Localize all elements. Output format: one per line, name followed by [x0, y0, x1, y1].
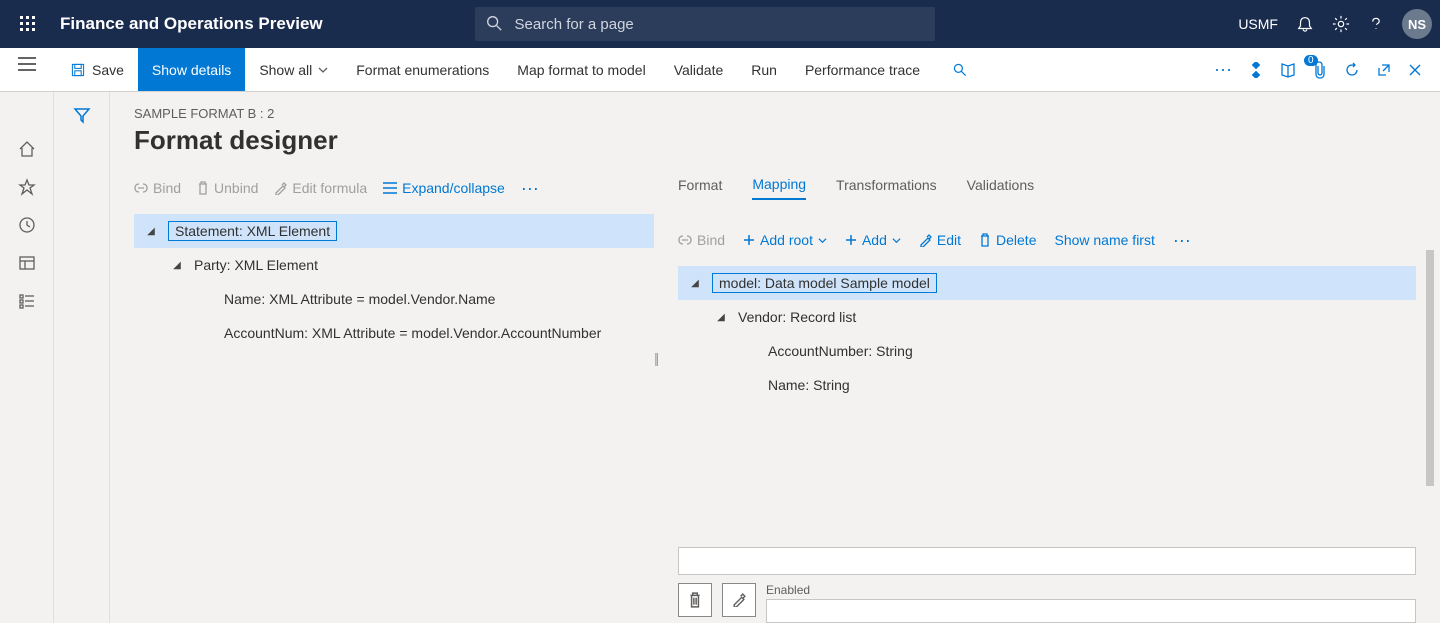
trash-icon	[688, 592, 702, 608]
search-icon	[485, 14, 503, 32]
delete-binding-button[interactable]	[678, 583, 712, 617]
tree-node-party[interactable]: ◢ Party: XML Element	[134, 248, 654, 282]
edit-binding-button[interactable]	[722, 583, 756, 617]
model-tree: ◢ model: Data model Sample model ◢ Vendo…	[678, 266, 1416, 547]
chevron-down-icon	[318, 65, 328, 75]
chevron-down-icon	[818, 236, 827, 245]
enabled-label: Enabled	[766, 583, 1416, 597]
attachment-icon[interactable]: 0	[1312, 61, 1328, 79]
filter-column	[54, 92, 110, 623]
search-icon	[952, 62, 968, 78]
enabled-input[interactable]	[766, 599, 1416, 623]
search-input[interactable]	[475, 7, 935, 41]
tree-node-vendor[interactable]: ◢ Vendor: Record list	[678, 300, 1416, 334]
app-title: Finance and Operations Preview	[60, 14, 323, 34]
add-button[interactable]: Add	[845, 232, 901, 248]
tab-format[interactable]: Format	[678, 177, 722, 199]
tab-transformations[interactable]: Transformations	[836, 177, 937, 199]
app-waffle-icon[interactable]	[8, 4, 48, 44]
validate-button[interactable]: Validate	[660, 48, 738, 91]
format-tree: ◢ Statement: XML Element ◢ Party: XML El…	[134, 214, 654, 350]
tab-validations[interactable]: Validations	[967, 177, 1034, 199]
workspace-icon[interactable]	[18, 254, 36, 272]
more-actions-icon[interactable]: ···	[1214, 59, 1232, 80]
edit-formula-button[interactable]: Edit formula	[274, 180, 367, 196]
tree-node-statement[interactable]: ◢ Statement: XML Element	[134, 214, 654, 248]
book-icon[interactable]	[1280, 62, 1296, 78]
modules-icon[interactable]	[18, 292, 36, 310]
top-bar: Finance and Operations Preview USMF NS	[0, 0, 1440, 48]
diamond-icon[interactable]	[1248, 62, 1264, 78]
gear-icon[interactable]	[1332, 15, 1350, 33]
link-icon	[134, 181, 148, 195]
left-nav-rail	[0, 92, 54, 623]
trash-icon	[979, 233, 991, 247]
format-enumerations-button[interactable]: Format enumerations	[342, 48, 503, 91]
recent-icon[interactable]	[18, 216, 36, 234]
format-more-icon[interactable]: ···	[521, 178, 539, 199]
caret-icon[interactable]: ◢	[714, 312, 728, 323]
hamburger-icon[interactable]	[18, 57, 36, 71]
format-toolstrip: Bind Unbind Edit formula Expand/collapse	[134, 170, 654, 206]
breadcrumb: SAMPLE FORMAT B : 2	[134, 106, 1416, 121]
caret-icon[interactable]: ◢	[144, 226, 158, 237]
mapping-more-icon[interactable]: ···	[1173, 230, 1191, 251]
page-title: Format designer	[134, 125, 1416, 156]
plus-icon	[845, 234, 857, 246]
show-all-button[interactable]: Show all	[245, 48, 342, 91]
splitter-handle[interactable]: ||	[654, 350, 657, 366]
save-icon	[70, 62, 86, 78]
binding-path-input[interactable]	[678, 547, 1416, 575]
pencil-icon	[274, 182, 287, 195]
attachment-count: 0	[1304, 55, 1318, 66]
tab-mapping[interactable]: Mapping	[752, 176, 806, 200]
bind-button[interactable]: Bind	[134, 180, 181, 196]
save-button[interactable]: Save	[56, 48, 138, 91]
list-icon	[383, 182, 397, 194]
unbind-button[interactable]: Unbind	[197, 180, 258, 196]
mapping-toolstrip: Bind Add root Add Edit	[678, 216, 1416, 264]
add-root-button[interactable]: Add root	[743, 232, 827, 248]
edit-button[interactable]: Edit	[919, 232, 961, 248]
trash-icon	[197, 181, 209, 195]
bind-button[interactable]: Bind	[678, 232, 725, 248]
company-indicator[interactable]: USMF	[1238, 16, 1278, 32]
star-icon[interactable]	[18, 178, 36, 196]
tree-node-name-attr[interactable]: ◢ Name: XML Attribute = model.Vendor.Nam…	[134, 282, 654, 316]
link-icon	[678, 233, 692, 247]
map-format-button[interactable]: Map format to model	[503, 48, 659, 91]
bell-icon[interactable]	[1296, 15, 1314, 33]
run-button[interactable]: Run	[737, 48, 791, 91]
scrollbar[interactable]	[1426, 250, 1434, 486]
performance-trace-button[interactable]: Performance trace	[791, 48, 934, 91]
help-icon[interactable]	[1368, 16, 1384, 32]
filter-icon[interactable]	[73, 106, 91, 623]
refresh-icon[interactable]	[1344, 62, 1360, 78]
tree-node-name[interactable]: ◢ Name: String	[678, 368, 1416, 402]
delete-button[interactable]: Delete	[979, 232, 1036, 248]
popout-icon[interactable]	[1376, 62, 1392, 78]
plus-icon	[743, 234, 755, 246]
pencil-icon	[919, 234, 932, 247]
tree-node-accountnum-attr[interactable]: ◢ AccountNum: XML Attribute = model.Vend…	[134, 316, 654, 350]
user-avatar[interactable]: NS	[1402, 9, 1432, 39]
home-icon[interactable]	[18, 140, 36, 158]
caret-icon[interactable]: ◢	[170, 260, 184, 271]
search-box[interactable]	[475, 7, 935, 41]
tree-node-accountnumber[interactable]: ◢ AccountNumber: String	[678, 334, 1416, 368]
close-icon[interactable]	[1408, 63, 1422, 77]
pencil-icon	[732, 593, 746, 607]
show-details-button[interactable]: Show details	[138, 48, 245, 91]
caret-icon[interactable]: ◢	[688, 278, 702, 289]
action-bar: Save Show details Show all Format enumer…	[0, 48, 1440, 92]
find-button[interactable]	[934, 48, 986, 91]
tree-node-model[interactable]: ◢ model: Data model Sample model	[678, 266, 1416, 300]
expand-collapse-button[interactable]: Expand/collapse	[383, 180, 505, 196]
chevron-down-icon	[892, 236, 901, 245]
right-tabs: Format Mapping Transformations Validatio…	[678, 170, 1416, 206]
show-name-first-button[interactable]: Show name first	[1054, 232, 1154, 248]
